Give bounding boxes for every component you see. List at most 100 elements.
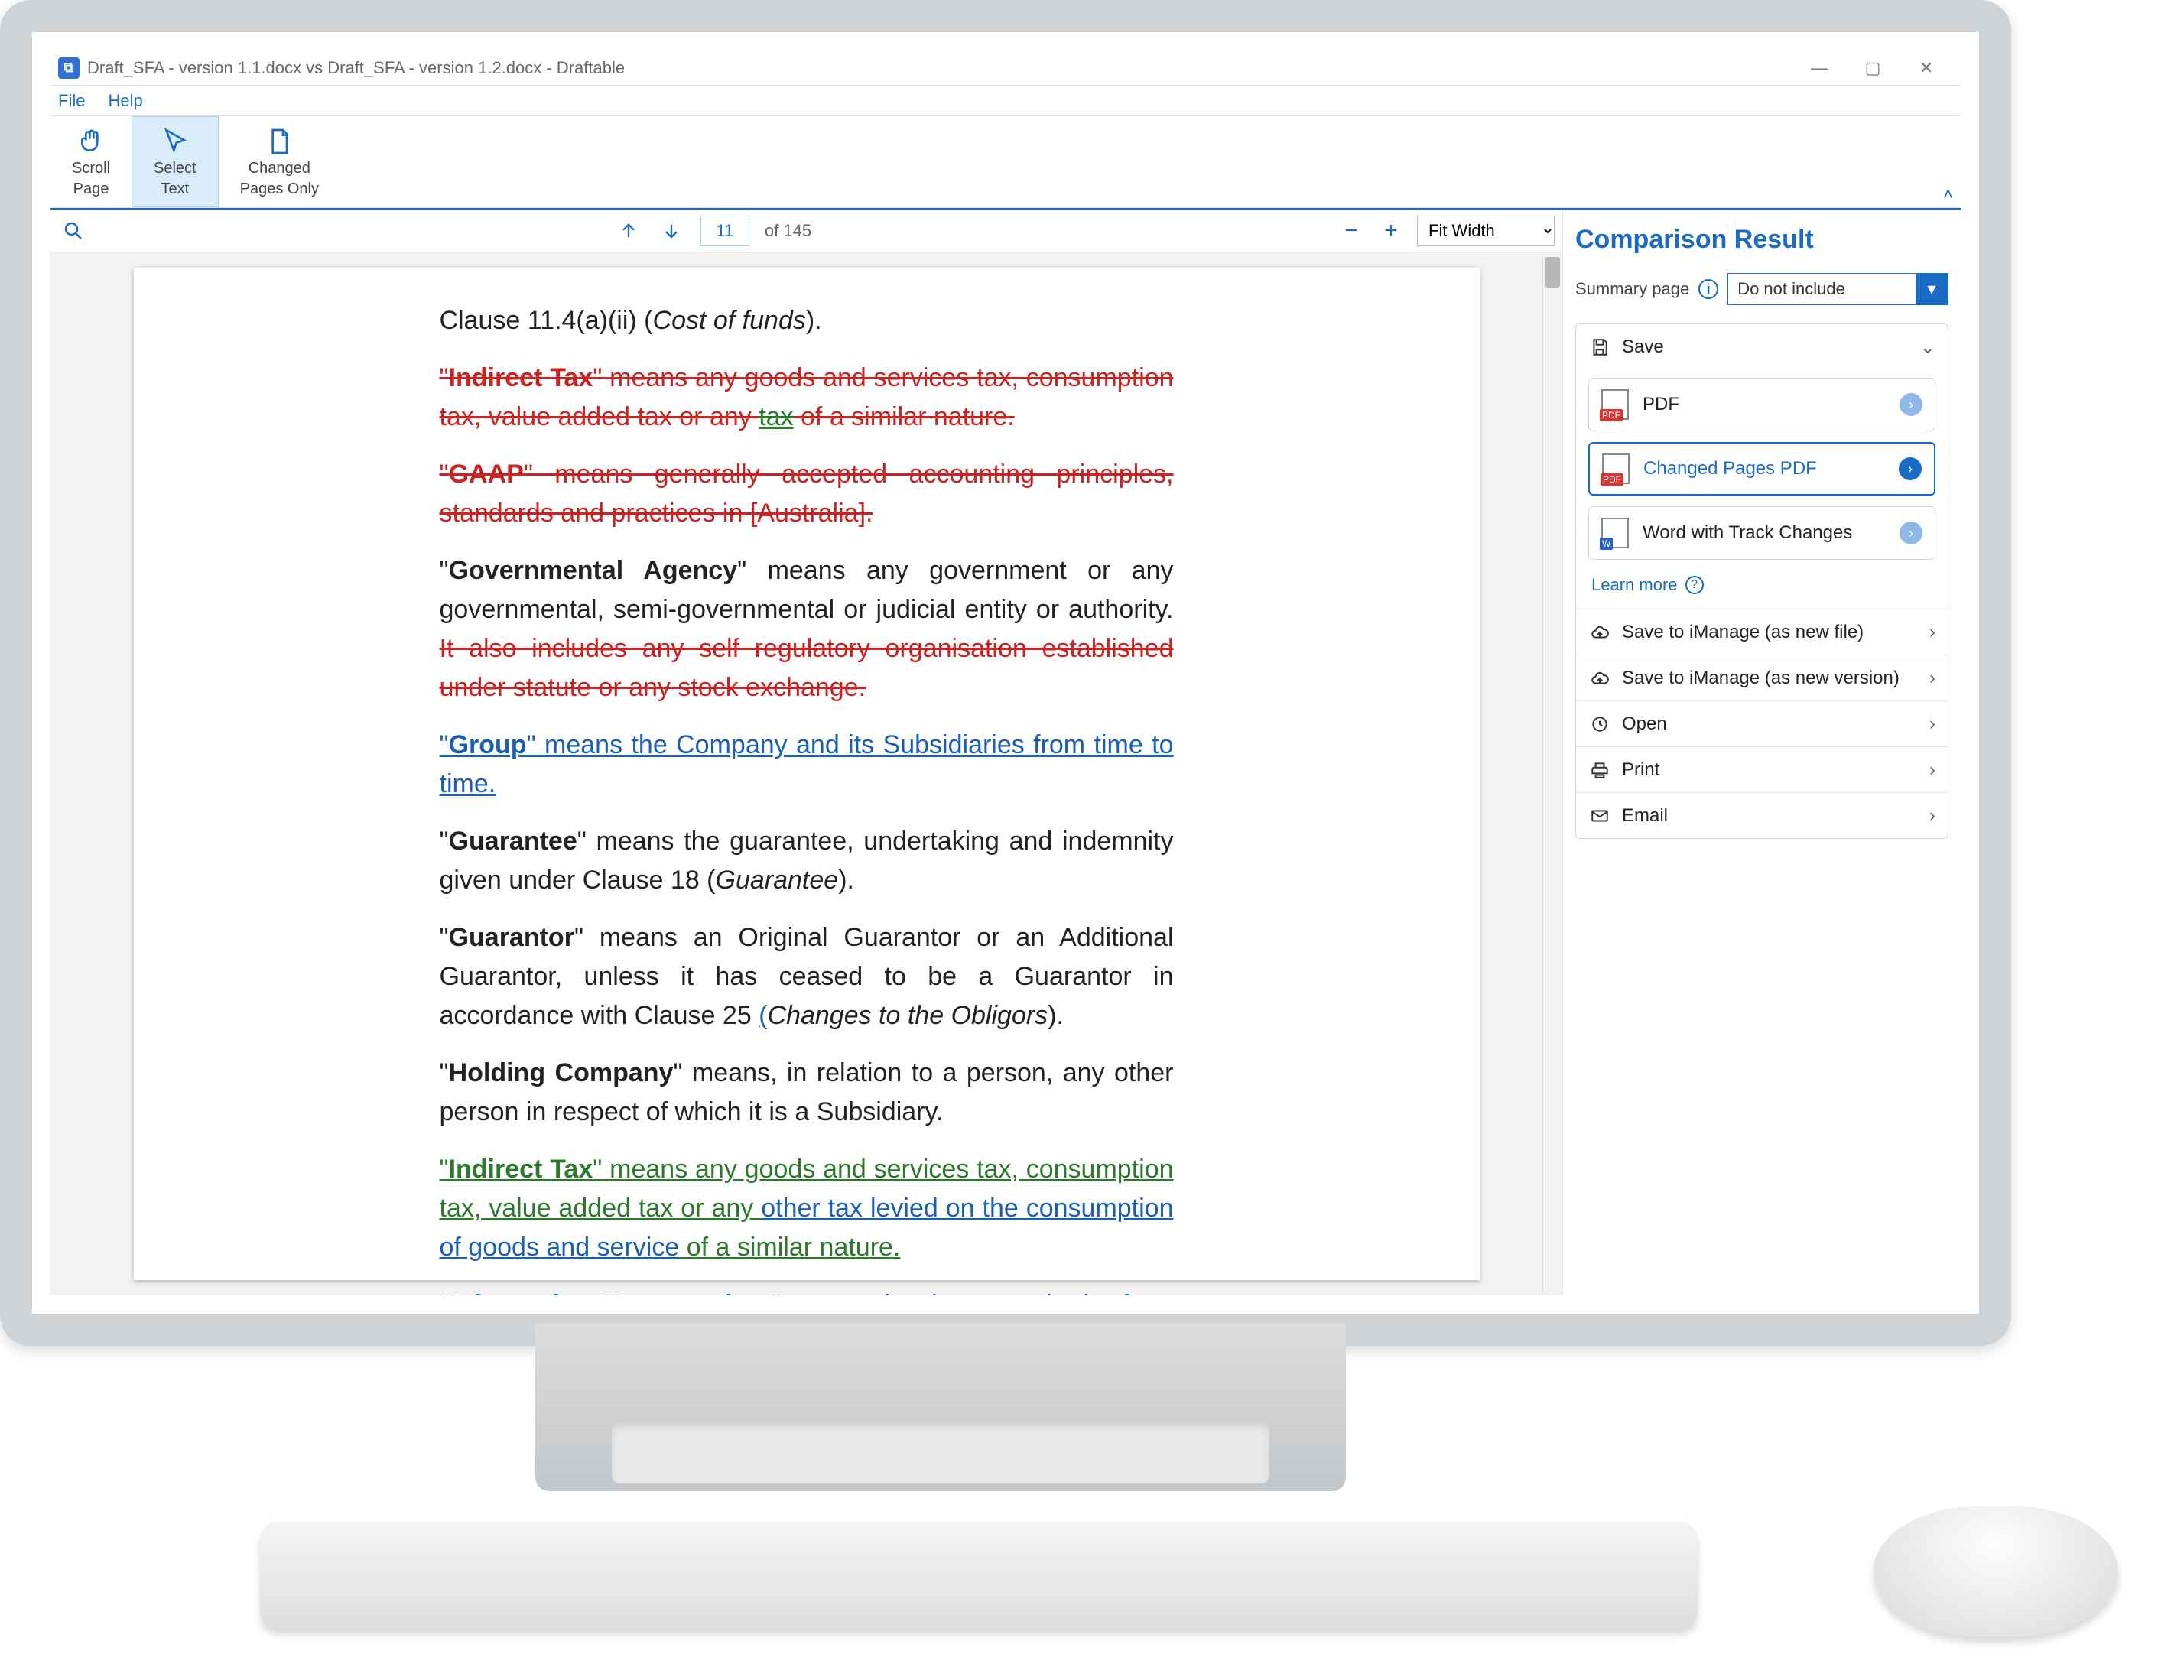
save-card: Save ⌄ PDF PDF › PDF [1575,323,1948,839]
zoom-mode-select[interactable]: Fit Width [1417,216,1555,246]
open-label: Open [1622,713,1667,735]
text-deleted: " means generally accepted accounting pr… [440,460,1174,528]
text: Holding Company [449,1058,674,1087]
save-pdf-label: PDF [1643,394,1679,415]
save-imanage-new-file-label: Save to iManage (as new file) [1622,622,1864,643]
text: Guarantee [716,866,839,895]
document-toolbar: of 145 − + Fit Width [50,210,1562,252]
text-deleted: Indirect Tax [449,363,593,392]
text: ). [806,306,822,335]
text-deleted: GAAP [449,460,524,489]
save-word-track-changes-label: Word with Track Changes [1643,522,1852,544]
save-header[interactable]: Save ⌄ [1576,324,1948,370]
text-inserted: Indirect Tax [449,1155,593,1184]
word-file-icon: W [1601,518,1629,548]
window-titlebar: ⧉ Draft_SFA - version 1.1.docx vs Draft_… [50,50,1961,86]
monitor-stand [535,1323,1346,1491]
text-deleted: tax [759,402,793,431]
pdf-file-icon: PDF [1601,389,1629,420]
help-icon: ? [1685,576,1704,594]
email-label: Email [1622,805,1668,827]
toolbar-collapse-button[interactable]: ˄ [1943,184,1953,204]
tool-changed-pages-label2: Pages Only [240,180,319,198]
document-page: Clause 11.4(a)(ii) (Cost of funds). "Ind… [134,268,1480,1280]
text-inserted: Group [449,730,527,759]
chevron-down-icon: ⌄ [1920,336,1935,359]
text: " [440,1058,449,1087]
text-deleted: " [440,460,449,489]
print-icon [1588,759,1611,782]
email-icon [1588,804,1611,827]
arrow-right-icon: › [1900,522,1922,544]
keyboard [260,1522,1698,1629]
save-imanage-new-version-label: Save to iManage (as new version) [1622,668,1900,689]
save-imanage-new-file[interactable]: Save to iManage (as new file) › [1576,609,1948,655]
text: Changes to the Obligors [768,1001,1048,1030]
text-inserted: " [440,730,449,759]
summary-page-value: Do not include [1728,279,1916,299]
learn-more-link[interactable]: Learn more ? [1588,570,1935,596]
save-changed-pages-pdf-option[interactable]: PDF Changed Pages PDF › [1588,442,1935,496]
tool-scroll-page-label1: Scroll [72,160,110,177]
zoom-in-button[interactable]: + [1377,217,1405,245]
tool-select-text-label2: Text [161,180,189,198]
toolbar: Scroll Page Select Text Changed Pages On… [50,116,1961,208]
open-icon [1588,713,1611,736]
chevron-right-icon: › [1929,713,1935,735]
chevron-down-icon: ▾ [1916,273,1948,305]
search-icon[interactable] [58,216,89,246]
tool-changed-pages-label1: Changed [249,160,310,177]
save-pdf-option[interactable]: PDF PDF › [1588,378,1935,431]
summary-page-select[interactable]: Do not include ▾ [1727,273,1948,305]
cloud-upload-icon [1588,667,1611,690]
comparison-result-panel: Comparison Result Summary page i Do not … [1563,210,1961,1295]
learn-more-label: Learn more [1591,575,1678,595]
text: Cost of funds [653,306,806,335]
window-maximize-button[interactable]: ▢ [1846,50,1900,86]
text: ). [1048,1001,1064,1030]
panel-title: Comparison Result [1575,225,1948,255]
email-row[interactable]: Email › [1576,792,1948,838]
text-deleted: " [440,363,449,392]
tool-changed-pages-only[interactable]: Changed Pages Only [219,116,340,207]
prev-change-button[interactable] [615,217,642,245]
chevron-right-icon: › [1929,759,1935,781]
text-inserted: " means the Company and its Subsidiaries… [440,730,1174,798]
zoom-out-button[interactable]: − [1337,217,1365,245]
save-label: Save [1622,336,1664,358]
tool-scroll-page-label2: Page [73,180,109,198]
open-row[interactable]: Open › [1576,700,1948,746]
text-inserted: Information Memorandum [449,1290,772,1295]
text: Clause 11.4(a)(ii) ( [440,306,653,335]
cursor-icon [160,126,190,157]
menu-file[interactable]: File [58,91,85,111]
text-inserted: " [440,1290,449,1295]
page-total-label: of 145 [765,221,811,241]
tool-scroll-page[interactable]: Scroll Page [50,116,132,207]
info-icon[interactable]: i [1698,279,1718,299]
print-row[interactable]: Print › [1576,746,1948,792]
page-number-input[interactable] [700,216,749,246]
window-close-button[interactable]: ✕ [1900,50,1953,86]
app-icon: ⧉ [58,57,80,79]
text: " [440,827,449,856]
text: " [440,923,449,952]
next-change-button[interactable] [658,217,685,245]
chevron-right-icon: › [1929,622,1935,643]
save-imanage-new-version[interactable]: Save to iManage (as new version) › [1576,655,1948,700]
menu-help[interactable]: Help [108,91,142,111]
hand-icon [76,126,106,157]
text: Guarantee [449,827,577,856]
save-icon [1588,336,1611,359]
chevron-right-icon: › [1929,805,1935,827]
text-inserted: of a similar nature. [679,1233,900,1262]
tool-select-text-label1: Select [154,160,197,177]
tool-select-text[interactable]: Select Text [132,116,219,207]
window-minimize-button[interactable]: — [1792,50,1846,86]
text: Governmental Agency [449,556,738,585]
text-deleted: of a similar nature. [794,402,1015,431]
scrollbar-thumb[interactable] [1545,257,1560,288]
document-viewport[interactable]: Clause 11.4(a)(ii) (Cost of funds). "Ind… [50,252,1562,1295]
vertical-scrollbar[interactable] [1542,252,1562,1295]
save-word-track-changes-option[interactable]: W Word with Track Changes › [1588,506,1935,560]
